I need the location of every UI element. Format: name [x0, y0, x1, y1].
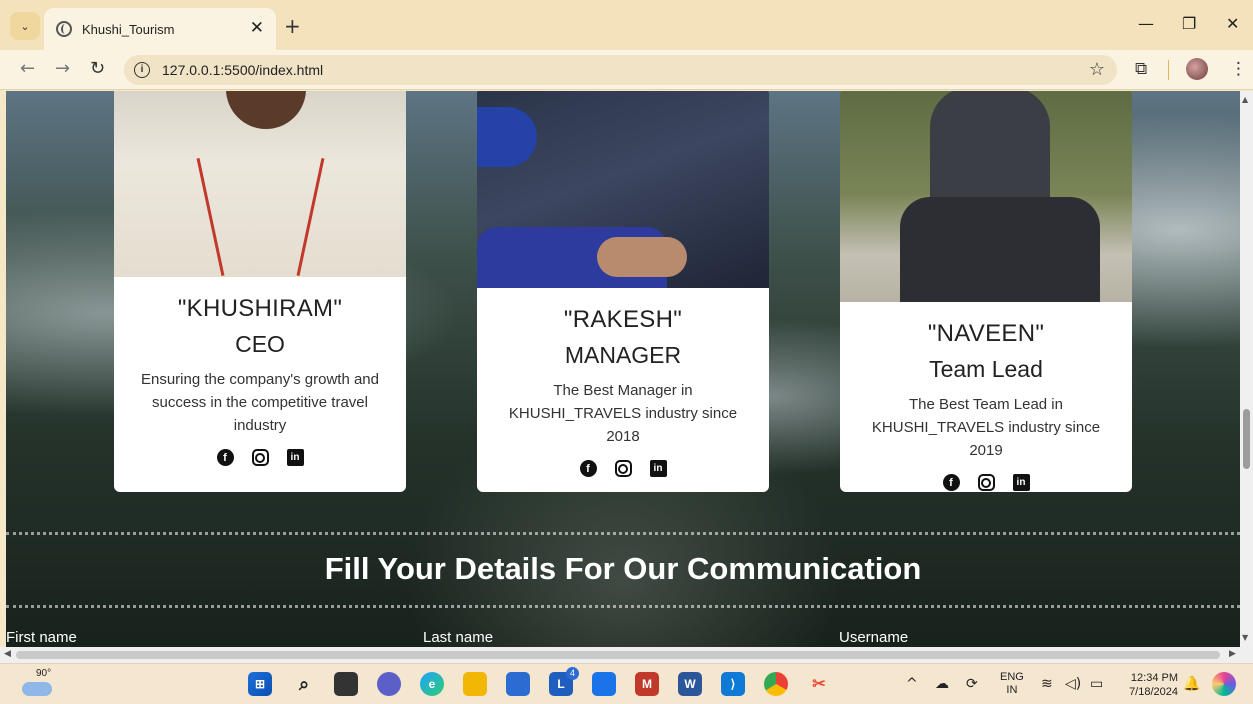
forward-button[interactable]: → — [55, 58, 70, 79]
first-name-label: First name — [6, 629, 77, 646]
instagram-icon[interactable] — [977, 474, 995, 491]
member-description: The Best Manager in KHUSHI_TRAVELS indus… — [508, 382, 738, 445]
extensions-icon[interactable]: ⧉ — [1135, 59, 1147, 79]
clock-time: 12:34 PM — [1130, 672, 1178, 684]
mcafee-icon[interactable]: M — [635, 672, 659, 696]
linkedin-icon[interactable]: in — [1012, 474, 1030, 491]
facebook-icon[interactable]: f — [216, 449, 234, 466]
vertical-scroll-thumb[interactable] — [1243, 409, 1250, 469]
chevron-down-icon: ⌄ — [20, 19, 30, 33]
language-indicator[interactable]: ENG IN — [1000, 671, 1024, 697]
taskbar: 90° ⊞ ⌕ e L 4 M W ⟩ ✂ ^ ☁ ⟳ ENG IN ≋ ◁) … — [0, 663, 1253, 704]
volume-icon[interactable]: ◁) — [1065, 676, 1081, 692]
member-description: Ensuring the company's growth and succes… — [140, 371, 379, 434]
member-name: "KHUSHIRAM" — [177, 295, 343, 322]
back-button[interactable]: ← — [20, 58, 35, 79]
member-role: MANAGER — [564, 342, 682, 368]
member-role: Team Lead — [929, 356, 1043, 382]
team-card-rakesh: "RAKESH" MANAGER The Best Manager in KHU… — [477, 91, 769, 492]
tab-title: Khushi_Tourism — [82, 21, 175, 37]
weather-temp: 90° — [36, 668, 52, 679]
member-role: CEO — [235, 331, 285, 357]
lang-code: ENG — [1000, 671, 1024, 683]
vertical-scrollbar[interactable]: ▲ ▼ — [1240, 91, 1253, 647]
menu-dots-icon[interactable]: ⋮ — [1230, 59, 1247, 79]
reload-button[interactable]: ↻ — [90, 58, 105, 79]
edge-icon[interactable]: e — [420, 672, 444, 696]
toolbar-divider — [1168, 60, 1169, 80]
linkedin-icon[interactable]: in — [286, 449, 304, 466]
close-icon[interactable]: ✕ — [250, 18, 264, 38]
notification-bell-icon[interactable]: 🔔 — [1183, 676, 1200, 692]
contact-section-title: Fill Your Details For Our Communication — [324, 551, 922, 586]
clock-date: 7/18/2024 — [1129, 686, 1178, 698]
search-icon[interactable]: ⌕ — [292, 672, 316, 696]
member-description: The Best Team Lead in KHUSHI_TRAVELS ind… — [871, 396, 1101, 459]
store-icon[interactable] — [506, 672, 530, 696]
vscode-icon[interactable]: ⟩ — [721, 672, 745, 696]
team-photo — [477, 91, 769, 288]
bookmark-star-icon[interactable]: ☆ — [1089, 59, 1105, 80]
social-links: f in — [840, 474, 1132, 491]
file-explorer-icon[interactable] — [463, 672, 487, 696]
address-bar[interactable]: i 127.0.0.1:5500/index.html ☆ — [124, 55, 1117, 85]
browser-toolbar: ← → ↻ i 127.0.0.1:5500/index.html ☆ ⧉ ⋮ — [0, 50, 1253, 90]
tab-search-button[interactable]: ⌄ — [10, 12, 40, 40]
facebook-icon[interactable]: f — [579, 460, 597, 477]
chrome-icon[interactable] — [764, 672, 788, 696]
instagram-icon[interactable] — [251, 449, 269, 466]
scroll-right-icon[interactable]: ▶ — [1229, 649, 1236, 659]
dotted-divider-top — [6, 532, 1240, 535]
profile-avatar[interactable] — [1186, 58, 1208, 80]
social-links: f in — [477, 460, 769, 477]
cloud-icon — [22, 682, 52, 696]
system-clock[interactable]: 12:34 PM 7/18/2024 — [1116, 671, 1178, 699]
weather-widget[interactable]: 90° — [22, 668, 62, 702]
url-text: 127.0.0.1:5500/index.html — [162, 62, 324, 78]
active-tab[interactable]: Khushi_Tourism ✕ — [44, 8, 276, 50]
tab-bar: ⌄ Khushi_Tourism ✕ + — ❐ ✕ — [0, 0, 1253, 50]
word-icon[interactable]: W — [678, 672, 702, 696]
lang-region: IN — [1006, 684, 1018, 696]
scroll-up-icon[interactable]: ▲ — [1242, 95, 1248, 104]
new-tab-button[interactable]: + — [284, 14, 301, 38]
member-name: "NAVEEN" — [927, 320, 1045, 347]
close-window-button[interactable]: ✕ — [1226, 14, 1239, 33]
team-card-khushiram: "KHUSHIRAM" CEO Ensuring the company's g… — [114, 91, 406, 492]
info-icon[interactable]: i — [134, 62, 150, 78]
horizontal-scrollbar[interactable]: ◀ ▶ — [0, 647, 1253, 663]
horizontal-scroll-thumb[interactable] — [16, 651, 1220, 659]
linkedin-icon[interactable]: in — [649, 460, 667, 477]
team-photo — [840, 91, 1132, 302]
chat-icon[interactable] — [377, 672, 401, 696]
wifi-icon[interactable]: ≋ — [1041, 676, 1053, 692]
windows-start-icon[interactable]: ⊞ — [248, 672, 272, 696]
facebook-icon[interactable]: f — [942, 474, 960, 491]
scroll-left-icon[interactable]: ◀ — [4, 649, 11, 659]
app-blue-icon[interactable] — [592, 672, 616, 696]
page-viewport: "KHUSHIRAM" CEO Ensuring the company's g… — [6, 91, 1240, 647]
team-card-naveen: "NAVEEN" Team Lead The Best Team Lead in… — [840, 91, 1132, 492]
scroll-down-icon[interactable]: ▼ — [1242, 633, 1248, 642]
notification-badge: 4 — [566, 667, 579, 680]
instagram-icon[interactable] — [614, 460, 632, 477]
minimize-button[interactable]: — — [1138, 14, 1154, 33]
snipping-tool-icon[interactable]: ✂ — [807, 672, 831, 696]
task-view-icon[interactable] — [334, 672, 358, 696]
chevron-up-icon[interactable]: ^ — [906, 676, 918, 692]
team-photo — [114, 91, 406, 277]
copilot-icon[interactable] — [1212, 672, 1236, 696]
last-name-label: Last name — [423, 629, 494, 646]
onedrive-icon[interactable]: ☁ — [935, 676, 949, 692]
restore-button[interactable]: ❐ — [1182, 14, 1196, 33]
username-label: Username — [839, 629, 909, 646]
battery-icon[interactable]: ▭ — [1090, 676, 1103, 692]
member-name: "RAKESH" — [563, 306, 683, 333]
social-links: f in — [114, 449, 406, 466]
sync-icon[interactable]: ⟳ — [966, 676, 978, 692]
globe-icon — [56, 21, 72, 37]
dotted-divider-bottom — [6, 605, 1240, 608]
